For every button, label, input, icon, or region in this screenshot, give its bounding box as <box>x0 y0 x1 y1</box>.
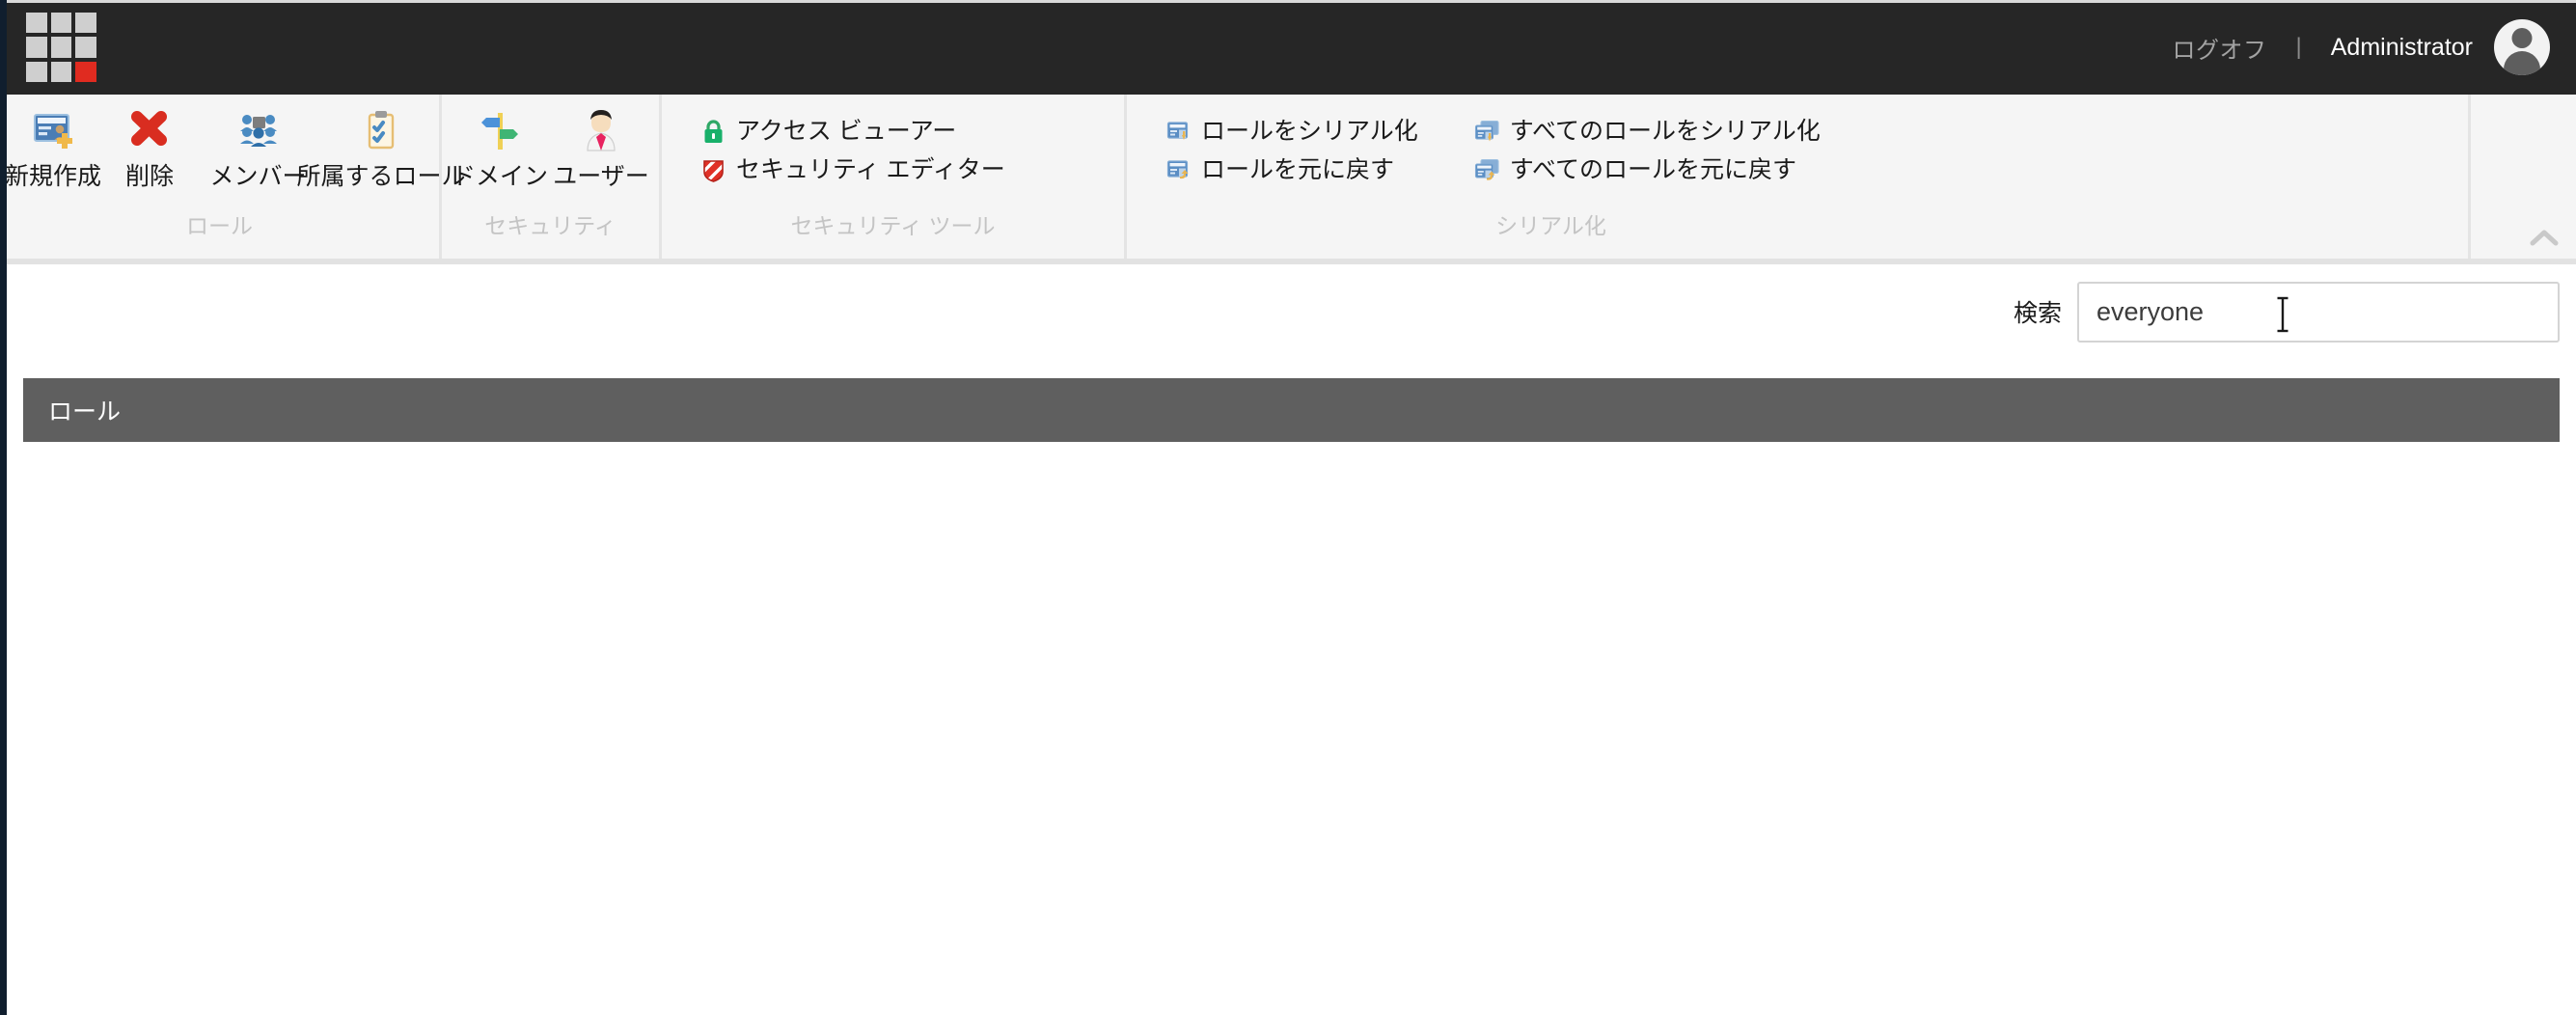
restore-all-roles-button-label: すべてのロールを元に戻す <box>1509 156 1797 183</box>
column-header-role[interactable]: ロール <box>23 393 121 427</box>
new-role-card-icon <box>29 106 77 154</box>
user-button[interactable]: ユーザー <box>551 102 652 191</box>
user-person-icon <box>577 106 625 154</box>
roles-table: ロール <box>23 378 2560 480</box>
ribbon-group-security-tools: アクセス ビューアー セキュリティ エディター セキュリティ ツール <box>659 95 1124 261</box>
ribbon-group-security-body: ドメイン ユーザー <box>442 95 659 212</box>
restore-all-roles-icon <box>1474 157 1500 183</box>
chevron-up-icon[interactable] <box>2530 229 2559 246</box>
serialize-role-icon <box>1165 119 1192 145</box>
ribbon-group-list: 新規作成 削除 メンバー 所属するロール ロール ドメイン ユーザー セキュリテ… <box>0 95 2576 261</box>
logo-tile <box>26 61 47 83</box>
domain-button-label: ドメイン <box>452 163 549 190</box>
delete-cross-icon <box>125 106 174 154</box>
search-label: 検索 <box>2013 300 2062 327</box>
roles-table-area: ロール <box>7 359 2576 1015</box>
search-bar-row: 検索 <box>7 264 2576 359</box>
ribbon-group-security-tools-body: アクセス ビューアー セキュリティ エディター <box>662 95 1124 212</box>
roles-table-header-row: ロール <box>23 378 2560 442</box>
logo-tile <box>50 61 72 83</box>
window-top-hairline <box>0 0 2576 3</box>
access-viewer-button-label: アクセス ビューアー <box>736 118 957 145</box>
security-tools-button-stack: アクセス ビューアー セキュリティ エディター <box>687 102 1019 189</box>
serialize-all-roles-icon <box>1474 119 1500 145</box>
logo-tile <box>26 37 47 58</box>
logo-tile <box>26 12 47 34</box>
ribbon-bottom-border <box>0 259 2576 264</box>
serialize-role-button-label: ロールをシリアル化 <box>1201 118 1418 145</box>
ribbon-group-serialization-body: ロールをシリアル化 ロールを元に戻す すべてのロールをシリアル化 すべてのロール… <box>1127 95 2000 212</box>
clipboard-checklist-icon <box>357 106 405 154</box>
ribbon-collapse-zone <box>2468 95 2576 261</box>
access-viewer-button[interactable]: アクセス ビューアー <box>687 112 1019 151</box>
search-input[interactable] <box>2077 281 2560 343</box>
green-lock-icon <box>700 119 726 145</box>
app-launcher-logo[interactable] <box>26 12 96 83</box>
serialize-all-roles-column: すべてのロールをシリアル化 すべてのロールを元に戻す <box>1461 102 1834 189</box>
restore-role-button[interactable]: ロールを元に戻す <box>1152 151 1432 189</box>
member-of-roles-button[interactable]: 所属するロール <box>297 102 466 191</box>
ribbon-group-roles: 新規作成 削除 メンバー 所属するロール ロール <box>0 95 466 261</box>
serialize-all-roles-button[interactable]: すべてのロールをシリアル化 <box>1461 112 1834 151</box>
roles-table-body <box>23 442 2560 480</box>
members-group-icon <box>234 106 283 154</box>
header-user-area: ログオフ | Administrator <box>2173 19 2576 75</box>
restore-all-roles-button[interactable]: すべてのロールを元に戻す <box>1461 151 1834 189</box>
domain-button[interactable]: ドメイン <box>450 102 551 191</box>
members-button-label: メンバー <box>209 163 307 190</box>
red-shield-icon <box>700 157 726 183</box>
delete-button-label: 削除 <box>124 163 174 190</box>
serialize-role-button[interactable]: ロールをシリアル化 <box>1152 112 1432 151</box>
security-editor-button[interactable]: セキュリティ エディター <box>687 151 1019 189</box>
logo-tile <box>50 12 72 34</box>
ribbon-group-security-tools-label: セキュリティ ツール <box>790 213 996 238</box>
current-user-name: Administrator <box>2330 33 2473 61</box>
ribbon-group-serialization-label: シリアル化 <box>1495 213 1606 238</box>
application-window: ログオフ | Administrator 新規作成 削除 メンバー 所属するロー… <box>0 0 2576 1015</box>
restore-role-icon <box>1165 157 1192 183</box>
serialize-role-column: ロールをシリアル化 ロールを元に戻す <box>1152 102 1432 189</box>
user-button-label: ユーザー <box>553 163 649 190</box>
logo-tile-accent <box>75 61 96 83</box>
logo-tile <box>50 37 72 58</box>
ribbon-group-security: ドメイン ユーザー セキュリティ <box>439 95 659 261</box>
signpost-icon <box>476 106 524 154</box>
logo-tile <box>75 12 96 34</box>
logoff-link[interactable]: ログオフ <box>2173 31 2267 65</box>
serialize-all-roles-button-label: すべてのロールをシリアル化 <box>1509 118 1821 145</box>
ribbon-toolbar: 新規作成 削除 メンバー 所属するロール ロール ドメイン ユーザー セキュリテ… <box>0 95 2576 261</box>
ribbon-group-serialization: ロールをシリアル化 ロールを元に戻す すべてのロールをシリアル化 すべてのロール… <box>1124 95 2000 261</box>
ribbon-group-security-label: セキュリティ <box>484 213 617 238</box>
search-input-wrapper <box>2077 281 2560 343</box>
restore-role-button-label: ロールを元に戻す <box>1201 156 1395 183</box>
avatar[interactable] <box>2494 19 2550 75</box>
logo-tile <box>75 37 96 58</box>
top-header-bar: ログオフ | Administrator <box>0 0 2576 95</box>
ribbon-group-roles-body: 新規作成 削除 メンバー 所属するロール <box>0 95 466 212</box>
ribbon-group-roles-label: ロール <box>186 213 253 238</box>
security-editor-button-label: セキュリティ エディター <box>736 156 1005 183</box>
header-divider: | <box>2295 34 2302 60</box>
new-role-button[interactable]: 新規作成 <box>0 102 106 191</box>
delete-button[interactable]: 削除 <box>106 102 193 191</box>
left-accent-rail <box>0 0 7 1015</box>
new-role-button-label: 新規作成 <box>5 163 102 190</box>
